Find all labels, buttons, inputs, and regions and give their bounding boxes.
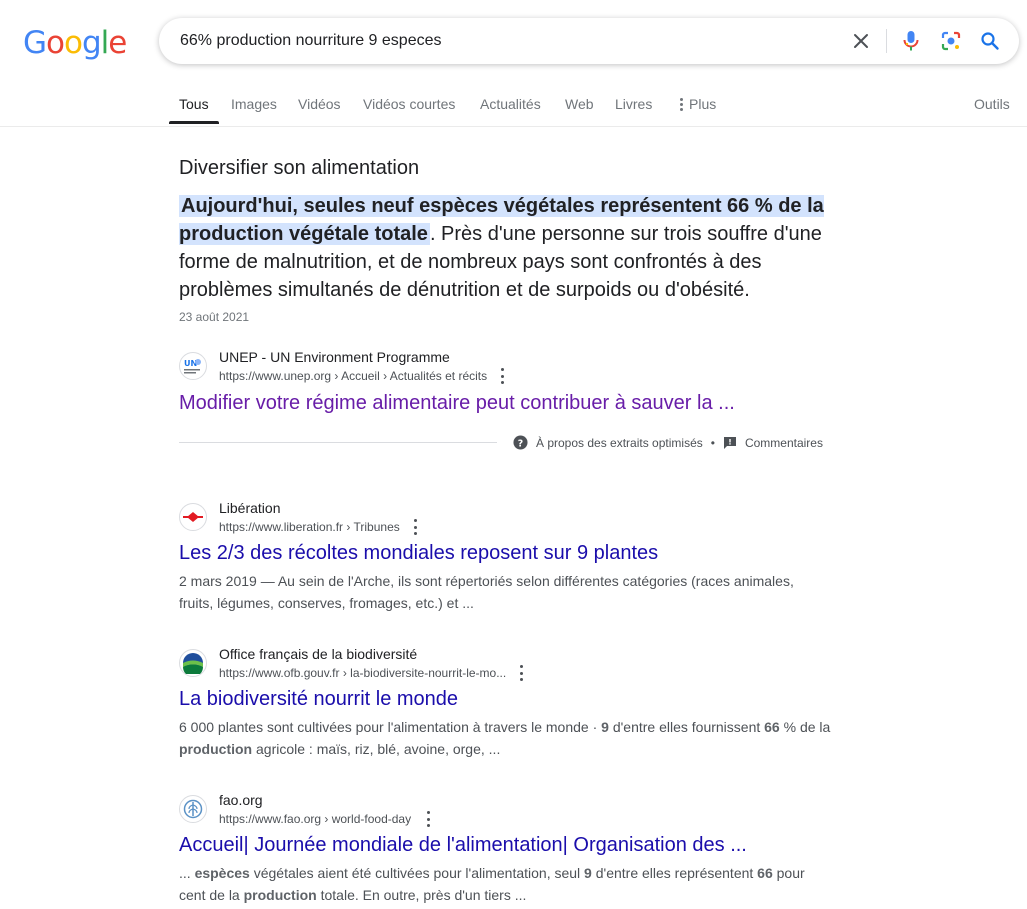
result-source-name[interactable]: Office français de la biodiversité bbox=[219, 646, 417, 662]
fao-favicon bbox=[179, 795, 207, 823]
google-logo[interactable]: Google bbox=[23, 25, 127, 61]
logo-letter: o bbox=[64, 25, 83, 61]
svg-text:UN: UN bbox=[184, 359, 197, 368]
snippet-bold: espèces bbox=[194, 865, 250, 881]
result-title[interactable]: Les 2/3 des récoltes mondiales reposent … bbox=[179, 542, 658, 565]
result-source-name[interactable]: fao.org bbox=[219, 792, 263, 808]
liberation-favicon bbox=[179, 503, 207, 531]
featured-footer: ? À propos des extraits optimisés • Comm… bbox=[513, 435, 823, 450]
snippet-text: agricole : maïs, riz, blé, avoine, orge,… bbox=[252, 741, 501, 757]
result-snippet-line: production agricole : maïs, riz, blé, av… bbox=[179, 738, 839, 760]
tab-web[interactable]: Web bbox=[565, 96, 594, 112]
search-box[interactable]: 66% production nourriture 9 especes bbox=[159, 18, 1019, 64]
unep-favicon: UN bbox=[179, 352, 207, 380]
snippet-text: cent de la bbox=[179, 887, 244, 903]
snippet-bold: 66 bbox=[764, 719, 780, 735]
result-source-url[interactable]: https://www.ofb.gouv.fr › la-biodiversit… bbox=[219, 666, 506, 680]
featured-divider bbox=[179, 442, 497, 443]
mic-icon[interactable] bbox=[899, 29, 923, 53]
result-title[interactable]: Accueil| Journée mondiale de l'alimentat… bbox=[179, 834, 747, 857]
result-source-url[interactable]: https://www.liberation.fr › Tribunes bbox=[219, 520, 400, 534]
featured-result-title[interactable]: Modifier votre régime alimentaire peut c… bbox=[179, 392, 735, 415]
result-snippet-line: ... espèces végétales aient été cultivée… bbox=[179, 862, 839, 884]
tab-images[interactable]: Images bbox=[231, 96, 277, 112]
active-tab-indicator bbox=[169, 121, 219, 124]
feedback-link[interactable]: Commentaires bbox=[745, 436, 823, 450]
tab-short-videos[interactable]: Vidéos courtes bbox=[363, 96, 455, 112]
tools-button[interactable]: Outils bbox=[974, 96, 1010, 112]
result-more-icon[interactable] bbox=[422, 811, 434, 827]
more-vert-icon bbox=[680, 97, 683, 111]
tab-more[interactable]: Plus bbox=[680, 96, 716, 112]
featured-date: 23 août 2021 bbox=[179, 310, 250, 324]
result-title[interactable]: La biodiversité nourrit le monde bbox=[179, 688, 458, 711]
tab-books[interactable]: Livres bbox=[615, 96, 652, 112]
search-tabs: Tous Images Vidéos Vidéos courtes Actual… bbox=[0, 86, 1027, 127]
snippet-text: d'entre elles représentent bbox=[591, 865, 758, 881]
search-divider bbox=[886, 29, 887, 53]
tab-more-label: Plus bbox=[689, 96, 717, 112]
ofb-favicon bbox=[179, 649, 207, 677]
tab-videos[interactable]: Vidéos bbox=[298, 96, 341, 112]
search-icon[interactable] bbox=[978, 29, 1002, 53]
logo-letter: G bbox=[23, 25, 47, 61]
result-source-url[interactable]: https://www.fao.org › world-food-day bbox=[219, 812, 411, 826]
snippet-text: végétales aient été cultivées pour l'ali… bbox=[249, 865, 585, 881]
snippet-text: ... bbox=[179, 865, 195, 881]
result-more-icon[interactable] bbox=[409, 519, 421, 535]
tab-news[interactable]: Actualités bbox=[480, 96, 541, 112]
logo-letter: o bbox=[46, 25, 65, 61]
result-snippet: ... espèces végétales aient été cultivée… bbox=[179, 862, 839, 906]
result-snippet-line: 6 000 plantes sont cultivées pour l'alim… bbox=[179, 716, 839, 738]
feedback-icon[interactable] bbox=[723, 436, 737, 450]
help-icon[interactable]: ? bbox=[513, 435, 528, 450]
featured-source-name[interactable]: UNEP - UN Environment Programme bbox=[219, 349, 450, 365]
footer-bullet: • bbox=[710, 435, 715, 450]
logo-letter: e bbox=[108, 25, 127, 61]
snippet-bold: 9 bbox=[584, 865, 592, 881]
snippet-text: pour bbox=[772, 865, 805, 881]
snippet-text: totale. En outre, près d'un tiers ... bbox=[316, 887, 527, 903]
about-snippets-link[interactable]: À propos des extraits optimisés bbox=[536, 436, 703, 450]
lens-icon[interactable] bbox=[939, 29, 963, 53]
snippet-bold: production bbox=[179, 741, 253, 757]
featured-heading: Diversifier son alimentation bbox=[179, 157, 420, 179]
search-input[interactable]: 66% production nourriture 9 especes bbox=[180, 32, 442, 50]
snippet-text: 6 000 plantes sont cultivées pour l'alim… bbox=[179, 719, 602, 735]
svg-text:?: ? bbox=[518, 438, 523, 449]
logo-letter: g bbox=[81, 25, 102, 61]
snippet-text: d'entre elles fournissent bbox=[608, 719, 765, 735]
featured-more-icon[interactable] bbox=[496, 368, 508, 384]
result-snippet-line: fruits, légumes, conserves, fromages, et… bbox=[179, 595, 474, 611]
result-snippet: 2 mars 2019 — Au sein de l'Arche, ils so… bbox=[179, 570, 839, 614]
snippet-text: % de la bbox=[779, 719, 831, 735]
result-more-icon[interactable] bbox=[515, 665, 527, 681]
close-icon[interactable] bbox=[849, 29, 873, 53]
snippet-bold: 66 bbox=[757, 865, 773, 881]
snippet-bold: production bbox=[243, 887, 317, 903]
logo-letter: l bbox=[100, 25, 110, 61]
result-snippet: 6 000 plantes sont cultivées pour l'alim… bbox=[179, 716, 839, 760]
snippet-bold: 9 bbox=[601, 719, 609, 735]
tab-all[interactable]: Tous bbox=[179, 96, 209, 112]
featured-snippet-text: Aujourd'hui, seules neuf espèces végétal… bbox=[179, 192, 829, 304]
featured-source-url[interactable]: https://www.unep.org › Accueil › Actuali… bbox=[219, 369, 487, 383]
result-source-name[interactable]: Libération bbox=[219, 500, 281, 516]
result-snippet-line: cent de la production totale. En outre, … bbox=[179, 884, 839, 906]
result-snippet-line: 2 mars 2019 — Au sein de l'Arche, ils so… bbox=[179, 573, 794, 589]
